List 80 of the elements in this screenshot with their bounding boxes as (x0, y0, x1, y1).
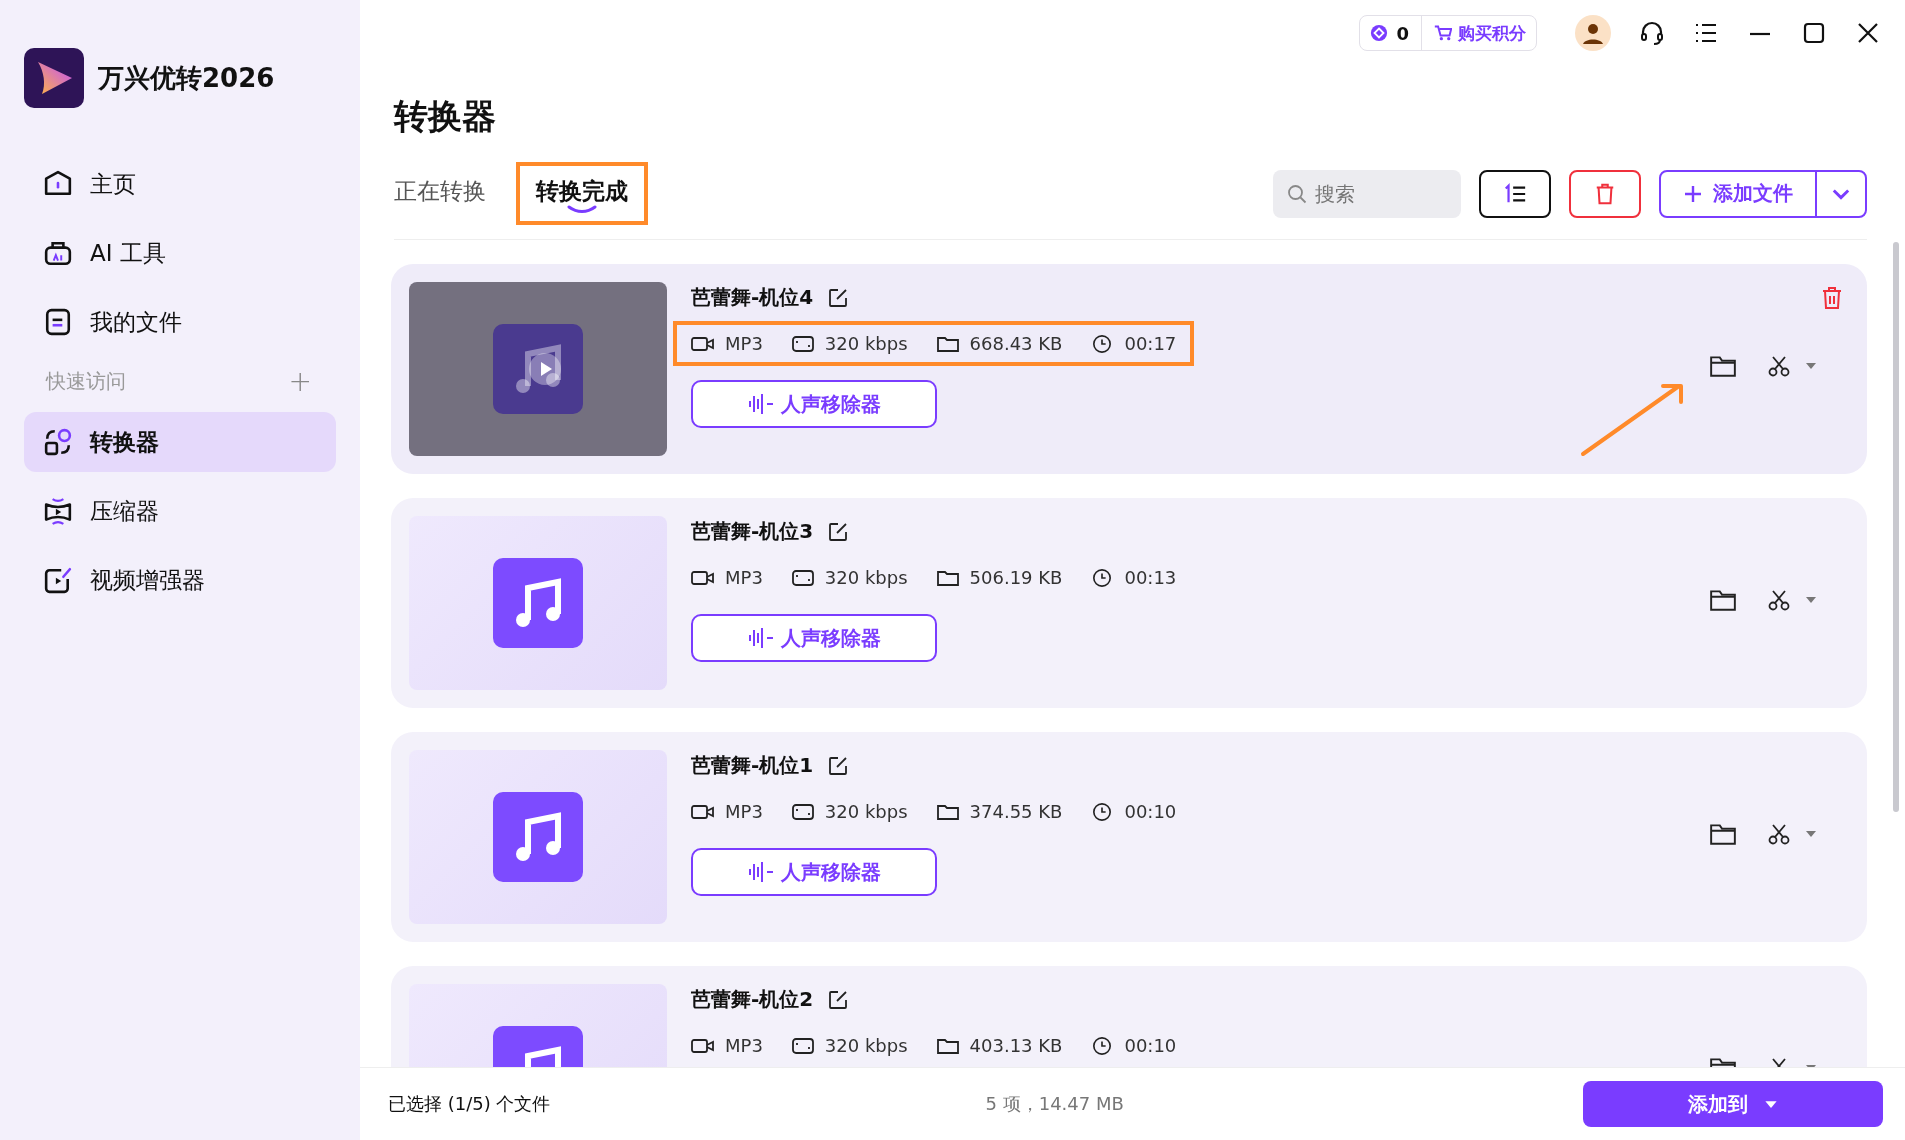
sidebar-item[interactable]: 视频增强器 (24, 550, 336, 610)
sidebar-item[interactable]: AI 工具 (24, 223, 336, 283)
app-logo-icon (24, 48, 84, 108)
duration-text: 00:10 (1124, 801, 1177, 822)
waveform-icon (747, 627, 775, 649)
file-name: 芭蕾舞-机位2 (691, 986, 814, 1013)
sidebar-item[interactable]: 压缩器 (24, 481, 336, 541)
music-note-icon (493, 558, 583, 648)
enhance-icon (44, 566, 72, 594)
edit-icon[interactable] (827, 286, 850, 309)
display-icon (790, 567, 815, 588)
edit-icon[interactable] (827, 520, 850, 543)
sort-button[interactable] (1479, 169, 1551, 218)
format-text: MP3 (725, 567, 763, 588)
bitrate-text: 320 kbps (824, 1035, 908, 1056)
add-file-button[interactable]: 添加文件 (1659, 169, 1867, 218)
buy-points-link[interactable]: 购买积分 (1434, 21, 1526, 45)
display-icon (790, 333, 815, 354)
size-text: 668.43 KB (969, 333, 1063, 354)
duration-text: 00:13 (1124, 567, 1177, 588)
toolbox-icon (44, 239, 72, 267)
music-note-icon (493, 792, 583, 882)
plus-icon (1683, 183, 1703, 204)
display-icon (790, 1035, 815, 1056)
music-note-icon (493, 324, 583, 414)
compress-icon (44, 497, 72, 525)
document-icon (44, 308, 72, 336)
maximize-icon[interactable] (1801, 20, 1827, 46)
size-text: 403.13 KB (969, 1035, 1063, 1056)
bitrate-text: 320 kbps (824, 333, 908, 354)
format-text: MP3 (725, 1035, 763, 1056)
numbered-list-icon (1503, 182, 1527, 205)
app-name: 万兴优转2026 (98, 61, 275, 95)
edit-icon[interactable] (827, 754, 850, 777)
size-text: 506.19 KB (969, 567, 1063, 588)
file-name: 芭蕾舞-机位3 (691, 518, 814, 545)
sidebar-item[interactable]: 转换器 (24, 412, 336, 472)
page-title: 转换器 (394, 95, 497, 138)
search-icon (1287, 183, 1307, 204)
delete-all-button[interactable] (1569, 169, 1641, 218)
edit-icon[interactable] (827, 988, 850, 1011)
home-icon (44, 170, 72, 198)
size-text: 374.55 KB (969, 801, 1063, 822)
section-label: 快速访问 (46, 368, 126, 395)
summary-text: 5 项，14.47 MB (985, 1092, 1125, 1116)
waveform-icon (747, 861, 775, 883)
add-to-button[interactable]: 添加到 (1583, 1081, 1883, 1127)
file-card[interactable]: 芭蕾舞-机位3 MP3 320 kbps 506.19 KB 00:13 人声移除器 (391, 498, 1867, 708)
headset-icon[interactable] (1639, 20, 1665, 46)
cart-icon (1434, 24, 1452, 42)
points-count: 0 (1396, 22, 1409, 44)
tab[interactable]: 转换完成 (516, 162, 648, 225)
scrollbar[interactable] (1893, 242, 1899, 812)
format-text: MP3 (725, 333, 763, 354)
sidebar-item[interactable]: 主页 (24, 154, 336, 214)
convert-icon (44, 428, 72, 456)
display-icon (790, 801, 815, 822)
duration-text: 00:17 (1124, 333, 1177, 354)
format-text: MP3 (725, 801, 763, 822)
waveform-icon (747, 393, 775, 415)
file-card[interactable]: 芭蕾舞-机位4 MP3 320 kbps 668.43 KB 00:17 人声移除器 (391, 264, 1867, 474)
tab-underline (567, 205, 597, 213)
duration-text: 00:10 (1124, 1035, 1177, 1056)
vocal-remover-button[interactable]: 人声移除器 (691, 614, 937, 662)
points-widget[interactable]: 0 购买积分 (1359, 15, 1537, 51)
bitrate-text: 320 kbps (824, 567, 908, 588)
file-card[interactable]: 芭蕾舞-机位1 MP3 320 kbps 374.55 KB 00:10 人声移除器 (391, 732, 1867, 942)
tab[interactable]: 正在转换 (394, 164, 486, 223)
sidebar-item[interactable]: 我的文件 (24, 292, 336, 352)
trash-icon[interactable] (1821, 286, 1843, 310)
vocal-remover-button[interactable]: 人声移除器 (691, 848, 937, 896)
selection-count: 已选择 (1/5) 个文件 (388, 1092, 552, 1116)
file-name: 芭蕾舞-机位1 (691, 752, 814, 779)
file-card[interactable]: 芭蕾舞-机位2 MP3 320 kbps 403.13 KB 00:10 (391, 966, 1867, 1067)
bitrate-text: 320 kbps (824, 801, 908, 822)
search-field[interactable]: 搜索 (1273, 169, 1461, 218)
avatar-icon[interactable] (1575, 15, 1611, 51)
vocal-remover-button[interactable]: 人声移除器 (691, 380, 937, 428)
gem-icon (1370, 24, 1389, 42)
file-name: 芭蕾舞-机位4 (691, 284, 814, 311)
